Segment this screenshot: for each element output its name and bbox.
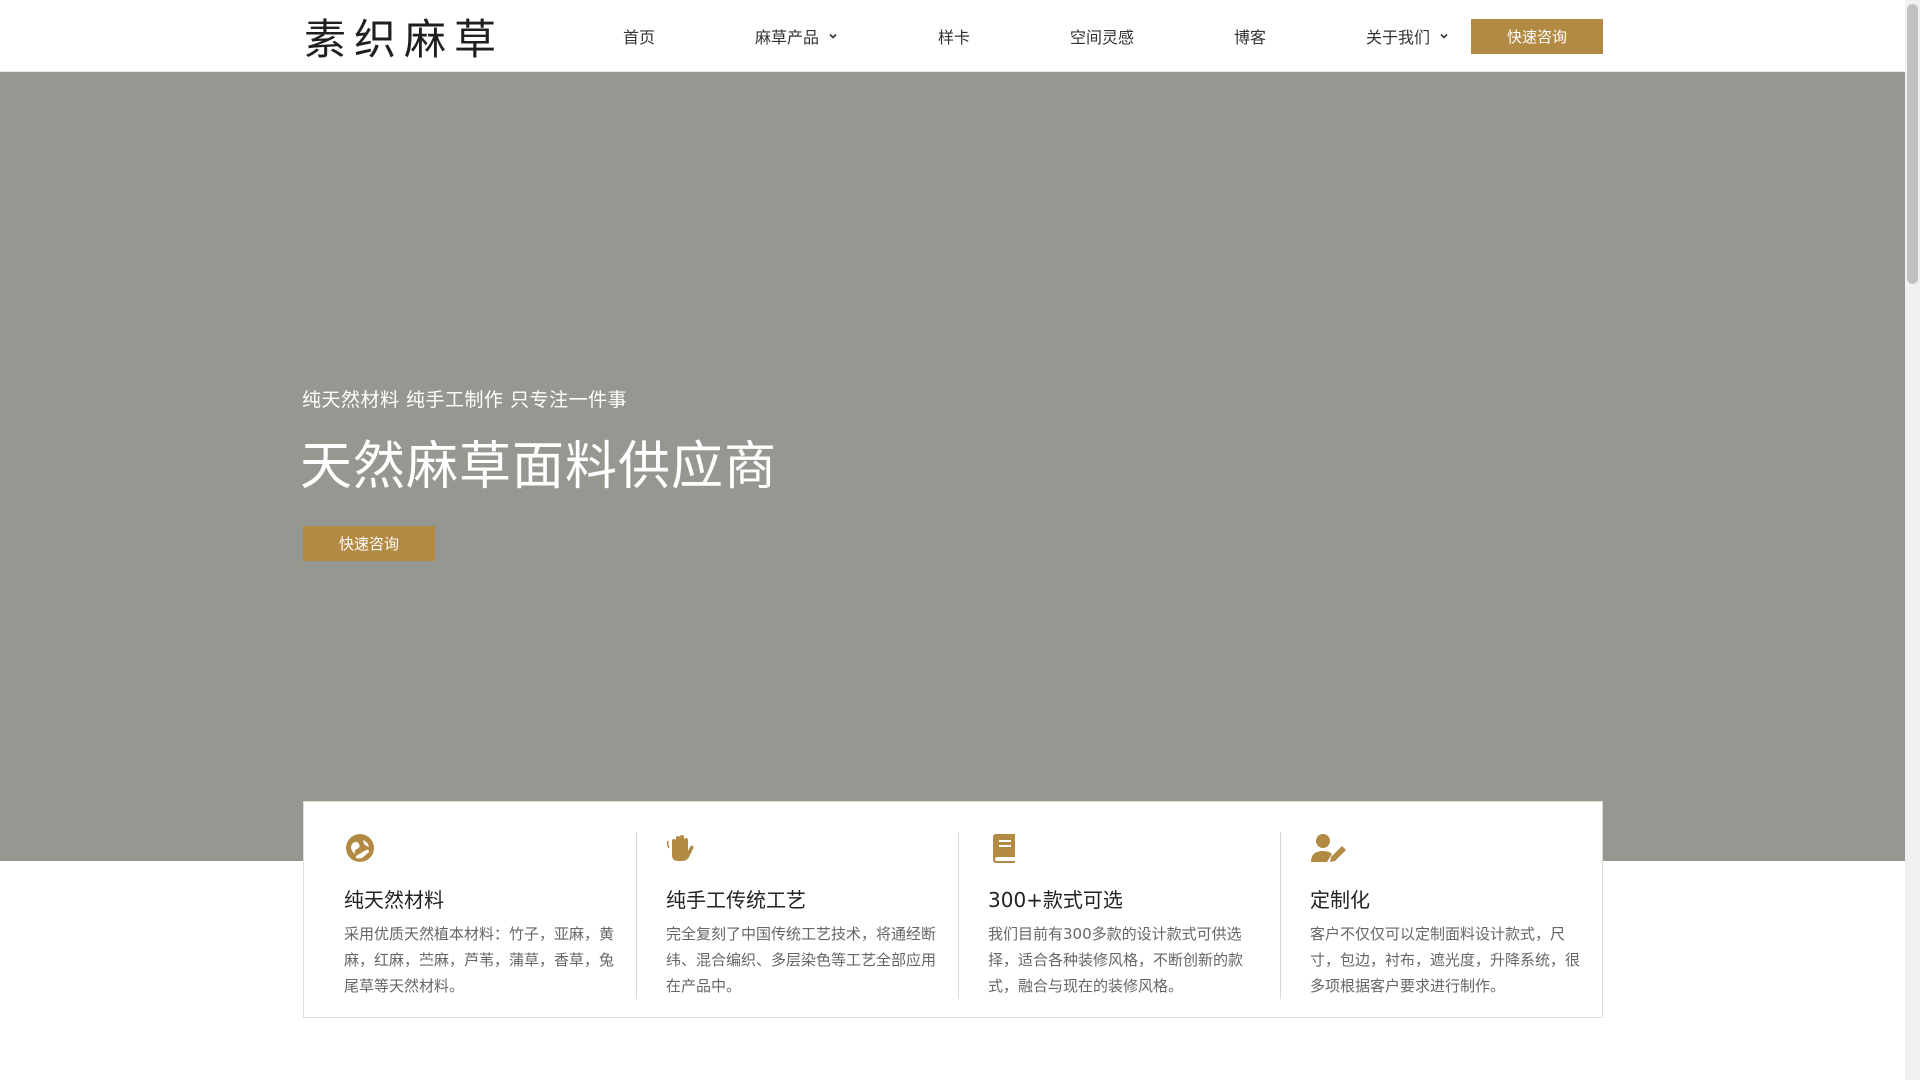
chevron-down-icon — [1440, 33, 1448, 39]
feature-title: 纯天然材料 — [344, 888, 444, 912]
quick-consult-button[interactable]: 快速咨询 — [1471, 19, 1603, 54]
feature-item-styles: 300+款式可选 我们目前有300多款的设计款式可供选择，适合各种装修风格，不断… — [988, 832, 1278, 999]
feature-item-custom: 定制化 客户不仅仅可以定制面料设计款式，尺寸，包边，衬布，遮光度，升降系统，很多… — [1310, 832, 1600, 999]
user-edit-icon — [1311, 834, 1346, 862]
scrollbar-thumb[interactable] — [1907, 4, 1918, 284]
nav-item-label: 麻草产品 — [755, 28, 820, 47]
feature-item-natural: 纯天然材料 采用优质天然植本材料：竹子，亚麻，黄麻，红麻，苎麻，芦苇，蒲草，香草… — [344, 832, 634, 999]
hero-quick-consult-button[interactable]: 快速咨询 — [303, 526, 435, 561]
nav-item-home[interactable]: 首页 — [623, 24, 655, 48]
feature-description: 我们目前有300多款的设计款式可供选择，适合各种装修风格，不断创新的款式，融合与… — [988, 925, 1244, 995]
feature-description: 采用优质天然植本材料：竹子，亚麻，黄麻，红麻，苎麻，芦苇，蒲草，香草，兔尾草等天… — [344, 925, 615, 995]
feature-description: 完全复刻了中国传统工艺技术，将通经断纬、混合编织、多层染色等工艺全部应用在产品中… — [666, 925, 937, 995]
nav-item-label: 博客 — [1234, 28, 1267, 47]
nav-item-about[interactable]: 关于我们 — [1366, 24, 1450, 48]
feature-divider — [636, 832, 637, 999]
book-icon — [993, 834, 1015, 863]
feature-divider — [1280, 832, 1281, 999]
feature-divider — [958, 832, 959, 999]
feature-description: 客户不仅仅可以定制面料设计款式，尺寸，包边，衬布，遮光度，升降系统，很多项根据客… — [1310, 925, 1581, 995]
nav-item-label: 关于我们 — [1366, 28, 1431, 47]
page: 素织麻草 首页 麻草产品 样卡 空间灵感 博客 关于我们 快速咨询 纯天然材料 … — [0, 0, 1920, 1080]
nav-item-label: 首页 — [623, 28, 656, 47]
feature-item-handcraft: 纯手工传统工艺 完全复刻了中国传统工艺技术，将通经断纬、混合编织、多层染色等工艺… — [666, 832, 956, 999]
hero-title: 天然麻草面料供应商 — [300, 437, 778, 497]
hero-banner — [0, 72, 1905, 861]
hero-subtitle: 纯天然材料 纯手工制作 只专注一件事 — [302, 389, 628, 411]
nav-item-label: 空间灵感 — [1070, 28, 1135, 47]
chevron-down-icon — [829, 33, 837, 39]
features-panel: 纯天然材料 采用优质天然植本材料：竹子，亚麻，黄麻，红麻，苎麻，芦苇，蒲草，香草… — [303, 801, 1603, 1018]
nav-item-label: 样卡 — [938, 28, 971, 47]
nav-item-inspiration[interactable]: 空间灵感 — [1070, 24, 1134, 48]
site-header: 素织麻草 首页 麻草产品 样卡 空间灵感 博客 关于我们 快速咨询 — [0, 0, 1905, 72]
nav-item-samples[interactable]: 样卡 — [938, 24, 970, 48]
site-logo[interactable]: 素织麻草 — [304, 10, 504, 64]
feature-title: 纯手工传统工艺 — [666, 888, 806, 912]
globe-hand-icon — [346, 834, 374, 862]
feature-title: 定制化 — [1310, 888, 1370, 912]
feature-title: 300+款式可选 — [988, 888, 1123, 912]
nav-item-products[interactable]: 麻草产品 — [755, 24, 839, 48]
waving-hand-icon — [666, 835, 694, 861]
nav-item-blog[interactable]: 博客 — [1234, 24, 1266, 48]
